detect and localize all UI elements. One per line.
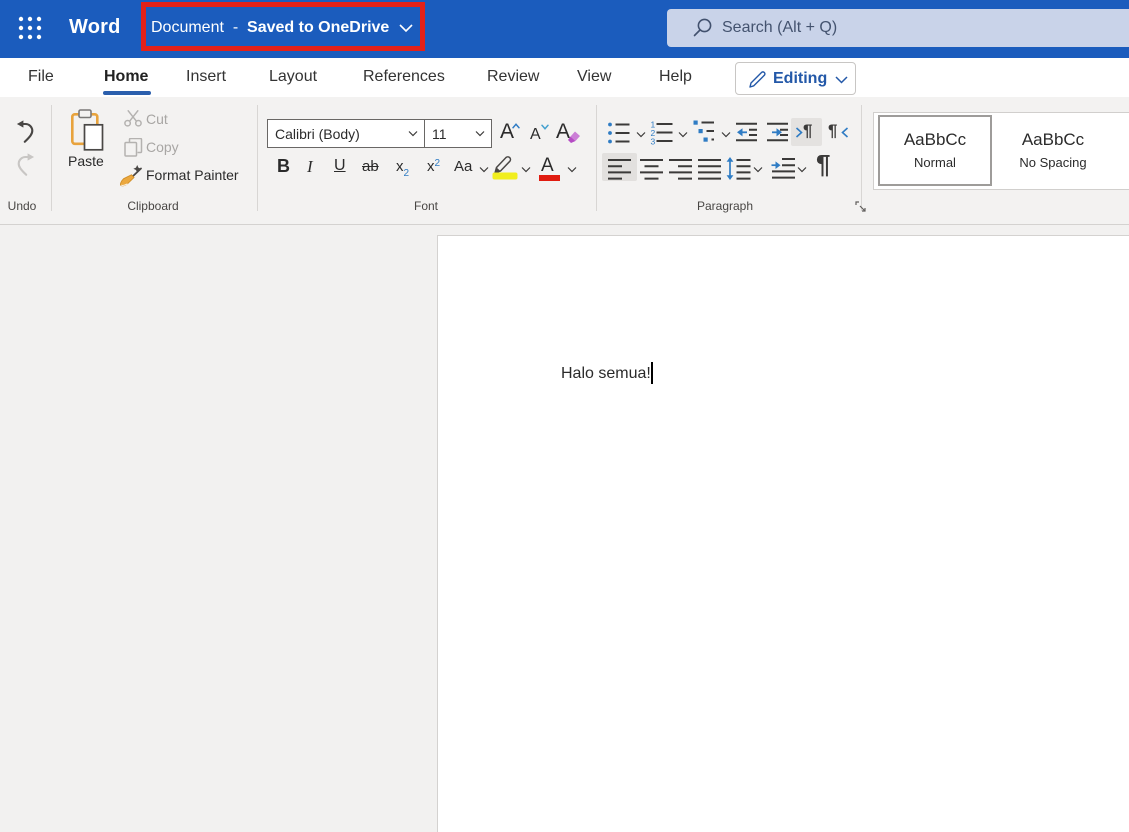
svg-text:3: 3 <box>651 137 656 146</box>
